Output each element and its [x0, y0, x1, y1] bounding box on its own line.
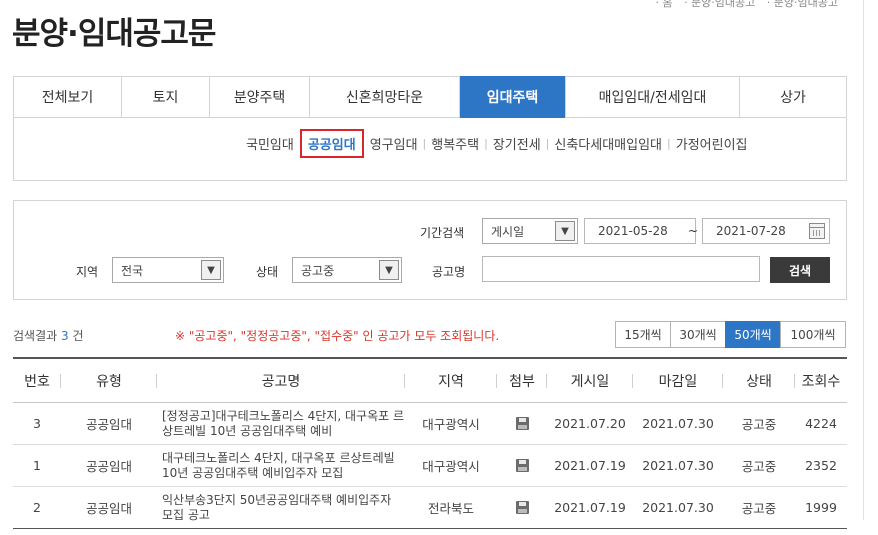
cell-notice-name-link[interactable]: 익산부송3단지 50년공공임대주택 예비입주자 모집 공고 [157, 487, 405, 528]
cell-region: 대구광역시 [422, 417, 480, 432]
result-count-prefix: 검색결과 [13, 329, 58, 343]
cell-attach [497, 487, 547, 528]
floppy-disk-icon[interactable] [515, 459, 529, 472]
cell-views: 4224 [805, 416, 837, 431]
period-type-value: 게시일 [491, 224, 525, 239]
calendar-icon[interactable] [809, 223, 825, 239]
rental-subtabs: 국민임대 공공임대 영구임대 | 행복주택 | 장기전세 | 신축다세대매입임대… [242, 129, 752, 158]
status-value: 공고중 [301, 263, 335, 278]
cell-notice-name-link[interactable]: 대구테크노폴리스 4단지, 대구옥포 르상트레빌 10년 공공임대주택 예비입주… [157, 445, 405, 486]
cell-region: 대구광역시 [422, 459, 480, 474]
cell-attach [497, 445, 547, 486]
cell-deadline: 2021.07.30 [642, 500, 714, 515]
page-size-50[interactable]: 50개씩 [725, 321, 781, 348]
notice-name-input[interactable] [482, 256, 760, 282]
table-header: 번호 유형 공고명 지역 첨부 게시일 마감일 상태 조회수 [13, 359, 847, 403]
cell-attach [497, 403, 547, 444]
cell-status: 공고중 [741, 459, 777, 474]
chevron-down-icon: ▼ [555, 221, 575, 241]
top-link[interactable]: · 분양·임대공고 [767, 0, 838, 9]
page-size-30[interactable]: 30개씩 [670, 321, 726, 348]
page-right-border [863, 0, 864, 520]
cell-posted: 2021.07.19 [554, 458, 626, 473]
tab-all[interactable]: 전체보기 [14, 77, 122, 117]
tab-sale-housing[interactable]: 분양주택 [210, 77, 310, 117]
cell-notice-name-link[interactable]: [정정공고]대구테크노폴리스 4단지, 대구옥포 르상트레빌 10년 공공임대주… [157, 403, 405, 444]
top-breadcrumb-links: · 홈 · 분양·임대공고 · 분양·임대공고 [647, 0, 838, 10]
page-size-selector: 15개씩 30개씩 50개씩 100개씩 [615, 321, 846, 348]
search-panel: 기간검색 게시일 ▼ 2021-05-28 ~ 2021-07-28 지역 전국… [13, 200, 847, 300]
cell-status: 공고중 [741, 417, 777, 432]
result-count: 검색결과 3 건 [13, 327, 84, 344]
cell-views: 2352 [805, 458, 837, 473]
col-header-status: 상태 [723, 359, 795, 402]
subtab-public-rental[interactable]: 공공임대 [299, 129, 364, 158]
col-header-name: 공고명 [157, 359, 405, 402]
cell-no: 1 [33, 458, 41, 473]
col-header-views: 조회수 [801, 373, 841, 390]
cell-deadline: 2021.07.30 [642, 416, 714, 431]
cell-type: 공공임대 [85, 417, 132, 432]
date-from-input[interactable]: 2021-05-28 [584, 218, 696, 244]
floppy-disk-icon[interactable] [515, 417, 529, 430]
page-size-15[interactable]: 15개씩 [615, 321, 671, 348]
category-tab-panel: 전체보기 토지 분양주택 신혼희망타운 임대주택 매입임대/전세임대 상가 국민… [13, 76, 847, 181]
subtab-long-term-lease[interactable]: 장기전세 [489, 134, 545, 153]
subtab-home-daycare[interactable]: 가정어린이집 [672, 134, 752, 153]
cell-deadline: 2021.07.30 [642, 458, 714, 473]
col-header-region: 지역 [405, 359, 497, 402]
region-label: 지역 [76, 265, 99, 279]
result-count-number: 3 [61, 329, 69, 343]
tab-purchase-lease-rental[interactable]: 매입임대/전세임대 [566, 77, 740, 117]
col-header-attach: 첨부 [497, 359, 547, 402]
subtab-national-rental[interactable]: 국민임대 [242, 134, 298, 153]
region-select[interactable]: 전국 ▼ [112, 257, 224, 283]
page-title: 분양·임대공고문 [12, 16, 216, 52]
cell-views: 1999 [805, 500, 837, 515]
date-to-value: 2021-07-28 [716, 224, 786, 238]
tab-newlywed-town[interactable]: 신혼희망타운 [310, 77, 460, 117]
search-notice: ※ "공고중", "정정공고중", "접수중" 인 공고가 모두 조회됩니다. [175, 329, 500, 343]
result-count-suffix: 건 [72, 329, 84, 343]
cell-type: 공공임대 [85, 501, 132, 516]
status-select[interactable]: 공고중 ▼ [292, 257, 402, 283]
category-tabs: 전체보기 토지 분양주택 신혼희망타운 임대주택 매입임대/전세임대 상가 [14, 76, 846, 118]
cell-posted: 2021.07.19 [554, 500, 626, 515]
period-label: 기간검색 [420, 226, 465, 240]
col-header-type: 유형 [61, 359, 157, 402]
cell-no: 3 [33, 416, 41, 431]
col-header-deadline: 마감일 [633, 359, 723, 402]
tab-commercial[interactable]: 상가 [740, 77, 846, 117]
subtab-happy-housing[interactable]: 행복주택 [427, 134, 483, 153]
search-button[interactable]: 검색 [770, 257, 830, 283]
subtab-permanent-rental[interactable]: 영구임대 [366, 134, 422, 153]
date-range-separator: ~ [688, 224, 699, 238]
chevron-down-icon: ▼ [201, 260, 221, 280]
top-link[interactable]: · 분양·임대공고 [684, 0, 755, 9]
top-link[interactable]: · 홈 [655, 0, 672, 9]
cell-posted: 2021.07.20 [554, 416, 626, 431]
col-header-posted: 게시일 [547, 359, 633, 402]
table-row[interactable]: 3 공공임대 [정정공고]대구테크노폴리스 4단지, 대구옥포 르상트레빌 10… [13, 403, 847, 445]
cell-type: 공공임대 [85, 459, 132, 474]
date-from-value: 2021-05-28 [598, 224, 668, 238]
notice-name-label: 공고명 [432, 265, 466, 279]
region-value: 전국 [121, 263, 144, 278]
subtab-new-multiunit-purchase[interactable]: 신축다세대매입임대 [550, 134, 666, 153]
table-row[interactable]: 1 공공임대 대구테크노폴리스 4단지, 대구옥포 르상트레빌 10년 공공임대… [13, 445, 847, 487]
date-to-input[interactable]: 2021-07-28 [702, 218, 830, 244]
period-type-select[interactable]: 게시일 ▼ [482, 218, 578, 244]
cell-region: 전라북도 [427, 501, 474, 516]
tab-land[interactable]: 토지 [122, 77, 210, 117]
notice-table: 번호 유형 공고명 지역 첨부 게시일 마감일 상태 조회수 3 공공임대 [정… [13, 357, 847, 529]
page-size-100[interactable]: 100개씩 [780, 321, 846, 348]
cell-status: 공고중 [741, 501, 777, 516]
chevron-down-icon: ▼ [379, 260, 399, 280]
col-header-no: 번호 [13, 359, 61, 402]
tab-rental-housing[interactable]: 임대주택 [460, 76, 566, 118]
cell-no: 2 [33, 500, 41, 515]
table-row[interactable]: 2 공공임대 익산부송3단지 50년공공임대주택 예비입주자 모집 공고 전라북… [13, 487, 847, 529]
floppy-disk-icon[interactable] [515, 501, 529, 514]
status-label: 상태 [256, 265, 279, 279]
